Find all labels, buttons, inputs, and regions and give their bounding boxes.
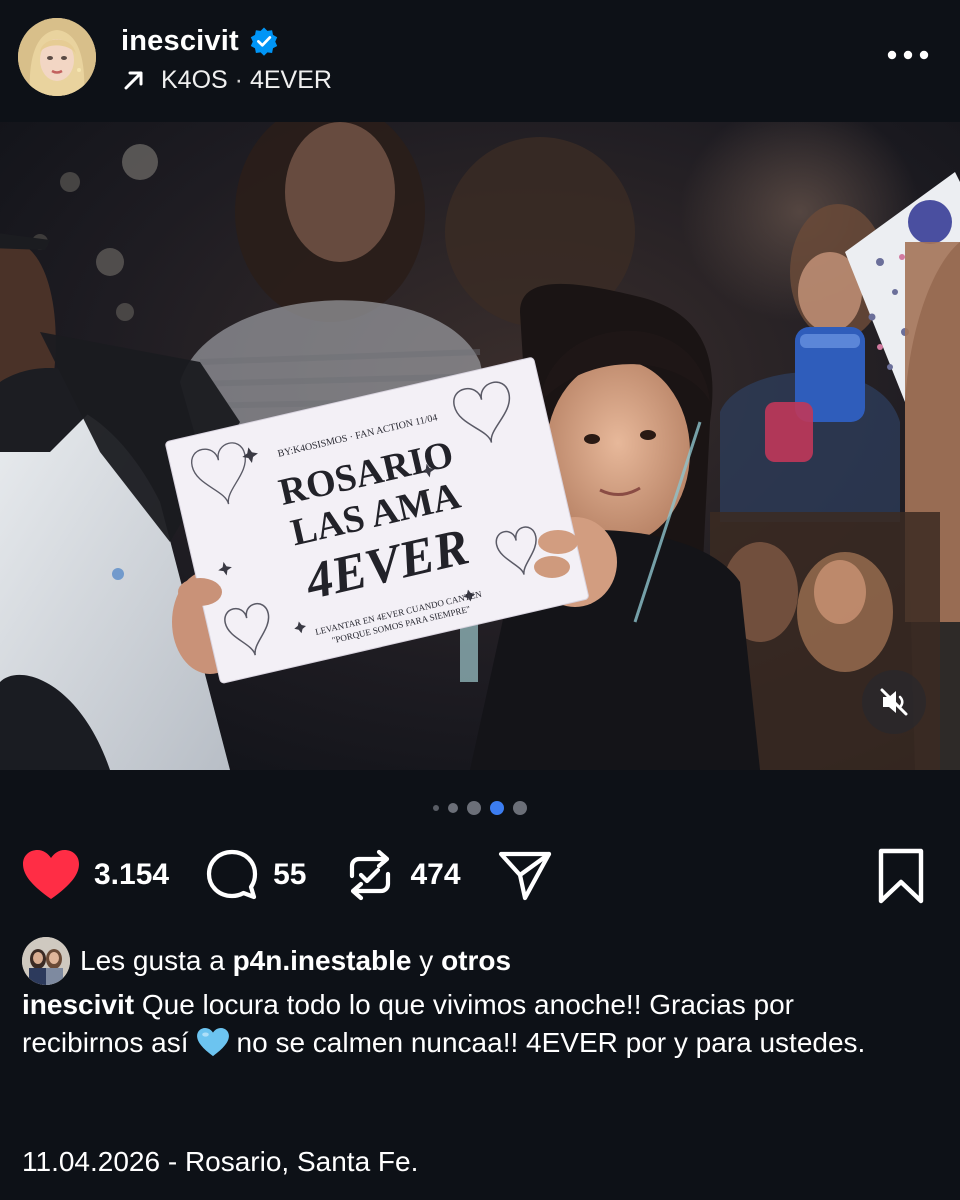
carousel-dot-active: [490, 801, 504, 815]
comment-icon: [206, 849, 258, 900]
audio-separator: ·: [234, 65, 243, 94]
repost-count[interactable]: 474: [410, 858, 460, 892]
username[interactable]: inescivit: [121, 25, 239, 58]
liked-by-row: Les gusta a p4n.inestable y otros: [22, 936, 511, 986]
action-bar: 3.154 55 474: [22, 846, 553, 904]
audio-track: 4EVER: [249, 65, 332, 94]
like-count[interactable]: 3.154: [94, 858, 169, 892]
like-button[interactable]: 3.154: [22, 849, 169, 901]
liked-by-avatar[interactable]: [22, 937, 70, 985]
repost-icon: [350, 849, 391, 901]
share-button[interactable]: [497, 848, 553, 902]
carousel-dot: [433, 805, 439, 811]
profile-avatar[interactable]: [18, 18, 96, 96]
carousel-dot: [467, 801, 481, 815]
share-icon: [498, 851, 551, 901]
bookmark-icon: [878, 848, 924, 904]
carousel-dot: [448, 803, 458, 813]
post-media[interactable]: BY:K4OSISMOS · FAN ACTION 11/04 ROSARIO …: [0, 122, 960, 770]
mute-toggle-button[interactable]: [862, 670, 926, 734]
save-button[interactable]: [876, 848, 926, 904]
more-options-icon: [887, 50, 929, 60]
liked-by-user[interactable]: p4n.inestable: [233, 945, 412, 976]
post-date-location: 11.04.2026 - Rosario, Santa Fe.: [22, 1146, 419, 1177]
liked-by-others[interactable]: otros: [441, 945, 511, 976]
username-row: inescivit: [121, 22, 279, 60]
speaker-muted-icon: [880, 688, 908, 716]
arrow-up-right-icon: [121, 67, 147, 93]
comment-button[interactable]: 55: [205, 848, 306, 902]
light-blue-heart-emoji-icon: [196, 1027, 229, 1057]
more-options-button[interactable]: [884, 40, 932, 70]
heart-filled-icon: [23, 850, 79, 899]
repost-button[interactable]: 474: [344, 848, 461, 902]
caption-text-part2: no se calmen nuncaa!! 4EVER por y para u…: [236, 1027, 866, 1058]
comment-count[interactable]: 55: [273, 858, 306, 892]
carousel-dot: [513, 801, 527, 815]
carousel-indicator: [0, 800, 960, 816]
audio-attribution[interactable]: K4OS · 4EVER: [121, 64, 332, 96]
caption-username[interactable]: inescivit: [22, 989, 134, 1020]
liked-by-connector: y: [419, 945, 434, 976]
liked-by-prefix: Les gusta a: [80, 945, 225, 976]
audio-artist: K4OS: [161, 65, 228, 94]
verified-badge-icon: [249, 26, 279, 56]
post-header: inescivit K4OS · 4EVER: [0, 0, 960, 122]
post-caption: inescivit Que locura todo lo que vivimos…: [22, 986, 922, 1062]
concert-photo: BY:K4OSISMOS · FAN ACTION 11/04 ROSARIO …: [0, 122, 960, 770]
